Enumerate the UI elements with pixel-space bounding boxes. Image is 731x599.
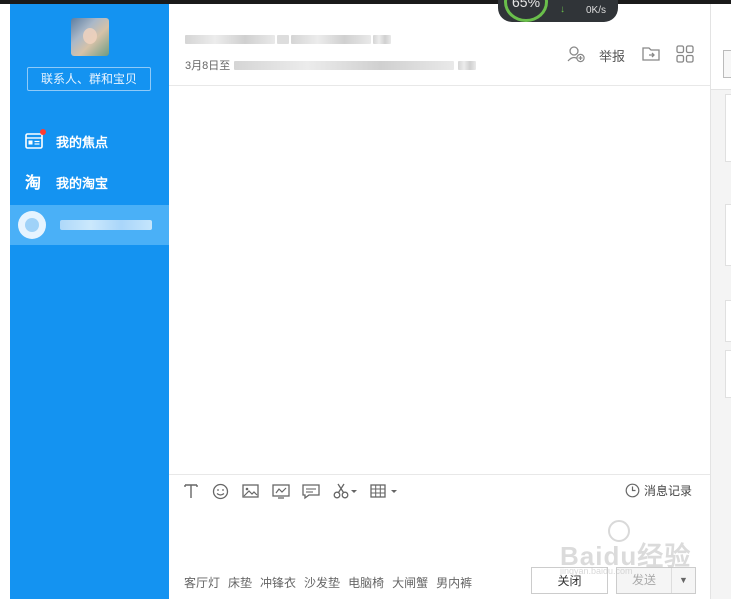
blurred-contact-subtitle: 3月8日至 <box>185 57 477 73</box>
suggestion-link[interactable]: 电脑椅 <box>348 574 384 591</box>
date-text: 3月8日至 <box>185 60 231 72</box>
download-arrow-icon: ↓ <box>560 4 565 15</box>
sidebar-item-active-contact[interactable] <box>10 205 169 245</box>
clock-icon <box>625 483 640 498</box>
message-input[interactable] <box>169 506 710 562</box>
blurred-contact-name <box>60 220 152 230</box>
suggestion-link[interactable]: 大闸蟹 <box>392 574 428 591</box>
sidebar-item-my-focus[interactable]: 我的焦点 <box>10 122 169 160</box>
suggestion-link[interactable]: 冲锋衣 <box>260 574 296 591</box>
blurred-contact-title <box>185 35 391 44</box>
screenshot-icon[interactable] <box>272 482 290 500</box>
emoji-icon[interactable] <box>212 482 229 500</box>
send-options-dropdown[interactable]: ▼ <box>671 568 695 593</box>
add-contact-icon[interactable] <box>566 44 586 64</box>
sidebar-item-my-taobao[interactable]: 淘 我的淘宝 <box>10 163 169 201</box>
sidebar-item-label: 我的淘宝 <box>56 175 109 191</box>
panel-card[interactable] <box>725 204 731 266</box>
user-avatar[interactable] <box>71 18 109 56</box>
report-link[interactable]: 举报 <box>599 46 625 65</box>
contact-avatar <box>18 211 46 239</box>
right-panel-header <box>711 4 731 90</box>
svg-text:淘: 淘 <box>25 173 41 191</box>
suggestion-link[interactable]: 沙发垫 <box>304 574 340 591</box>
focus-card-icon <box>24 129 46 151</box>
message-history-label: 消息记录 <box>643 484 692 498</box>
suggestion-link[interactable]: 床垫 <box>228 574 252 591</box>
image-icon[interactable] <box>242 482 259 500</box>
panel-card[interactable] <box>725 300 731 342</box>
message-area <box>169 87 710 474</box>
search-suggestions: 客厅灯 床垫 冲锋衣 沙发垫 电脑椅 大闸蟹 男内裤 <box>184 574 472 591</box>
apps-grid-icon[interactable] <box>675 44 695 64</box>
right-side-panel: ✗ <box>710 4 731 599</box>
table-icon[interactable] <box>370 482 400 500</box>
chat-header: 3月8日至 举报 <box>169 4 710 86</box>
usage-percent: 65% <box>512 0 541 10</box>
panel-tab[interactable] <box>723 50 731 78</box>
panel-card[interactable] <box>725 350 731 398</box>
share-folder-icon[interactable] <box>641 44 661 64</box>
send-button-group: 发送 ▼ <box>616 567 696 594</box>
download-rate: 0K/s <box>586 5 607 16</box>
panel-card[interactable] <box>725 94 731 162</box>
suggestion-link[interactable]: 客厅灯 <box>184 574 220 591</box>
suggestion-link[interactable]: 男内裤 <box>436 574 472 591</box>
sidebar: 联系人、群和宝贝 我的焦点 淘 我的淘宝 <box>10 4 169 599</box>
send-button[interactable]: 发送 <box>617 568 671 593</box>
chat-toolbar: 消息记录 <box>169 474 710 506</box>
contacts-search-button[interactable]: 联系人、群和宝贝 <box>27 67 151 91</box>
scissors-icon[interactable] <box>333 482 359 500</box>
bottom-bar: 客厅灯 床垫 冲锋衣 沙发垫 电脑椅 大闸蟹 男内裤 关闭 发送 ▼ <box>169 562 710 599</box>
sidebar-item-label: 我的焦点 <box>56 134 109 150</box>
font-icon[interactable] <box>183 482 199 500</box>
message-history-button[interactable]: 消息记录 <box>625 482 692 499</box>
notification-dot <box>40 129 46 135</box>
network-speed-widget[interactable]: 65% ↓ 0K/s <box>498 0 618 22</box>
taobao-icon: 淘 <box>24 172 44 192</box>
close-button[interactable]: 关闭 <box>531 567 608 594</box>
comment-icon[interactable] <box>302 482 320 500</box>
